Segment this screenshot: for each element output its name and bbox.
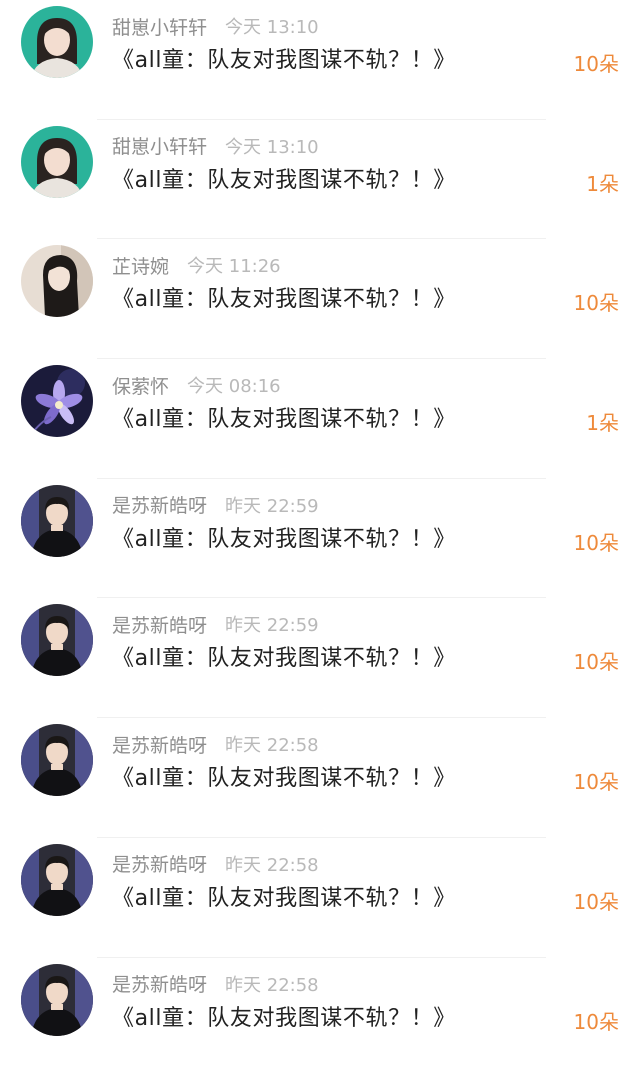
username[interactable]: 保萦怀 — [112, 372, 169, 399]
comment-text: 《all童：队友对我图谋不轨？！》 — [112, 880, 456, 912]
avatar[interactable] — [21, 604, 93, 676]
timestamp: 今天 13:10 — [225, 13, 319, 39]
comment-item[interactable]: 是苏新皓呀 昨天 22:58 《all童：队友对我图谋不轨？！》 10朵 — [0, 958, 640, 1077]
gift-count: 1朵 — [586, 168, 619, 197]
username[interactable]: 是苏新皓呀 — [112, 970, 207, 997]
comment-meta: 甜崽小轩轩 今天 13:10 — [112, 132, 319, 160]
timestamp: 昨天 22:59 — [225, 492, 319, 518]
comment-item[interactable]: 是苏新皓呀 昨天 22:58 《all童：队友对我图谋不轨？！》 10朵 — [0, 838, 640, 958]
comment-text: 《all童：队友对我图谋不轨？！》 — [112, 162, 456, 194]
avatar[interactable] — [21, 365, 93, 437]
avatar[interactable] — [21, 964, 93, 1036]
comment-meta: 保萦怀 今天 08:16 — [112, 371, 281, 399]
username[interactable]: 甜崽小轩轩 — [112, 132, 207, 159]
username[interactable]: 甜崽小轩轩 — [112, 13, 207, 40]
gift-count: 10朵 — [574, 1006, 619, 1035]
comment-text: 《all童：队友对我图谋不轨？！》 — [112, 521, 456, 553]
comment-text: 《all童：队友对我图谋不轨？！》 — [112, 401, 456, 433]
comment-text: 《all童：队友对我图谋不轨？！》 — [112, 281, 456, 313]
avatar[interactable] — [21, 724, 93, 796]
timestamp: 昨天 22:58 — [225, 851, 319, 877]
timestamp: 今天 13:10 — [225, 133, 319, 159]
gift-count: 10朵 — [574, 766, 619, 795]
avatar[interactable] — [21, 844, 93, 916]
comment-item[interactable]: 甜崽小轩轩 今天 13:10 《all童：队友对我图谋不轨？！》 10朵 — [0, 0, 640, 120]
comment-item[interactable]: 是苏新皓呀 昨天 22:59 《all童：队友对我图谋不轨？！》 10朵 — [0, 479, 640, 599]
timestamp: 昨天 22:58 — [225, 731, 319, 757]
gift-count: 10朵 — [574, 287, 619, 316]
username[interactable]: 芷诗婉 — [112, 252, 169, 279]
comment-item[interactable]: 是苏新皓呀 昨天 22:59 《all童：队友对我图谋不轨？！》 10朵 — [0, 598, 640, 718]
timestamp: 今天 11:26 — [187, 252, 281, 278]
gift-count: 10朵 — [574, 646, 619, 675]
timestamp: 今天 08:16 — [187, 372, 281, 398]
comment-meta: 是苏新皓呀 昨天 22:59 — [112, 610, 319, 638]
comment-text: 《all童：队友对我图谋不轨？！》 — [112, 760, 456, 792]
gift-count: 10朵 — [574, 886, 619, 915]
username[interactable]: 是苏新皓呀 — [112, 731, 207, 758]
avatar[interactable] — [21, 245, 93, 317]
comment-meta: 芷诗婉 今天 11:26 — [112, 251, 281, 279]
comment-item[interactable]: 芷诗婉 今天 11:26 《all童：队友对我图谋不轨？！》 10朵 — [0, 239, 640, 359]
comment-meta: 甜崽小轩轩 今天 13:10 — [112, 12, 319, 40]
username[interactable]: 是苏新皓呀 — [112, 491, 207, 518]
comment-meta: 是苏新皓呀 昨天 22:58 — [112, 730, 319, 758]
comment-meta: 是苏新皓呀 昨天 22:58 — [112, 850, 319, 878]
comment-item[interactable]: 甜崽小轩轩 今天 13:10 《all童：队友对我图谋不轨？！》 1朵 — [0, 120, 640, 240]
timestamp: 昨天 22:58 — [225, 971, 319, 997]
gift-count: 1朵 — [586, 407, 619, 436]
gift-count: 10朵 — [574, 48, 619, 77]
comment-text: 《all童：队友对我图谋不轨？！》 — [112, 1000, 456, 1032]
comment-text: 《all童：队友对我图谋不轨？！》 — [112, 640, 456, 672]
comment-item[interactable]: 保萦怀 今天 08:16 《all童：队友对我图谋不轨？！》 1朵 — [0, 359, 640, 479]
avatar[interactable] — [21, 485, 93, 557]
comment-meta: 是苏新皓呀 昨天 22:59 — [112, 491, 319, 519]
timestamp: 昨天 22:59 — [225, 611, 319, 637]
username[interactable]: 是苏新皓呀 — [112, 850, 207, 877]
username[interactable]: 是苏新皓呀 — [112, 611, 207, 638]
comment-list: 甜崽小轩轩 今天 13:10 《all童：队友对我图谋不轨？！》 10朵 甜崽小… — [0, 0, 640, 1077]
comment-item[interactable]: 是苏新皓呀 昨天 22:58 《all童：队友对我图谋不轨？！》 10朵 — [0, 718, 640, 838]
comment-meta: 是苏新皓呀 昨天 22:58 — [112, 970, 319, 998]
comment-text: 《all童：队友对我图谋不轨？！》 — [112, 42, 456, 74]
gift-count: 10朵 — [574, 527, 619, 556]
avatar[interactable] — [21, 6, 93, 78]
avatar[interactable] — [21, 126, 93, 198]
